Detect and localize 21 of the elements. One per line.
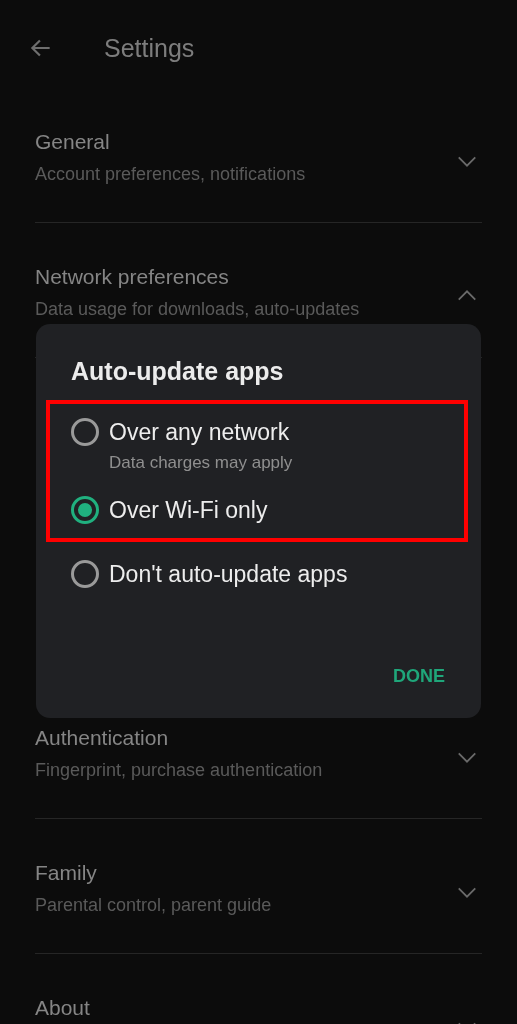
section-subtitle: Account preferences, notifications: [35, 163, 307, 186]
settings-item[interactable]: General Account preferences, notifications: [35, 88, 482, 223]
section-title: About: [35, 995, 91, 1021]
radio-button[interactable]: [71, 560, 99, 588]
radio-button[interactable]: [71, 418, 99, 446]
page-title: Settings: [104, 33, 195, 64]
section-title: General: [35, 129, 111, 155]
dialog-title: Auto-update apps: [71, 356, 285, 387]
option-subtitle: Data charges may apply: [109, 452, 293, 474]
section-title: Authentication: [35, 725, 170, 751]
section-subtitle: Data usage for downloads, auto-updates: [35, 298, 361, 321]
option-label: Over any network: [109, 418, 291, 446]
settings-item[interactable]: Family Parental control, parent guide: [35, 819, 482, 954]
section-subtitle: Parental control, parent guide: [35, 894, 273, 917]
section-title: Network preferences: [35, 264, 230, 290]
radio-button[interactable]: [71, 496, 99, 524]
option-label: Over Wi-Fi only: [109, 496, 268, 524]
settings-item[interactable]: About: [35, 954, 482, 1024]
section-subtitle: Fingerprint, purchase authentication: [35, 759, 324, 782]
option-label: Don't auto-update apps: [109, 560, 348, 588]
section-title: Family: [35, 860, 98, 886]
